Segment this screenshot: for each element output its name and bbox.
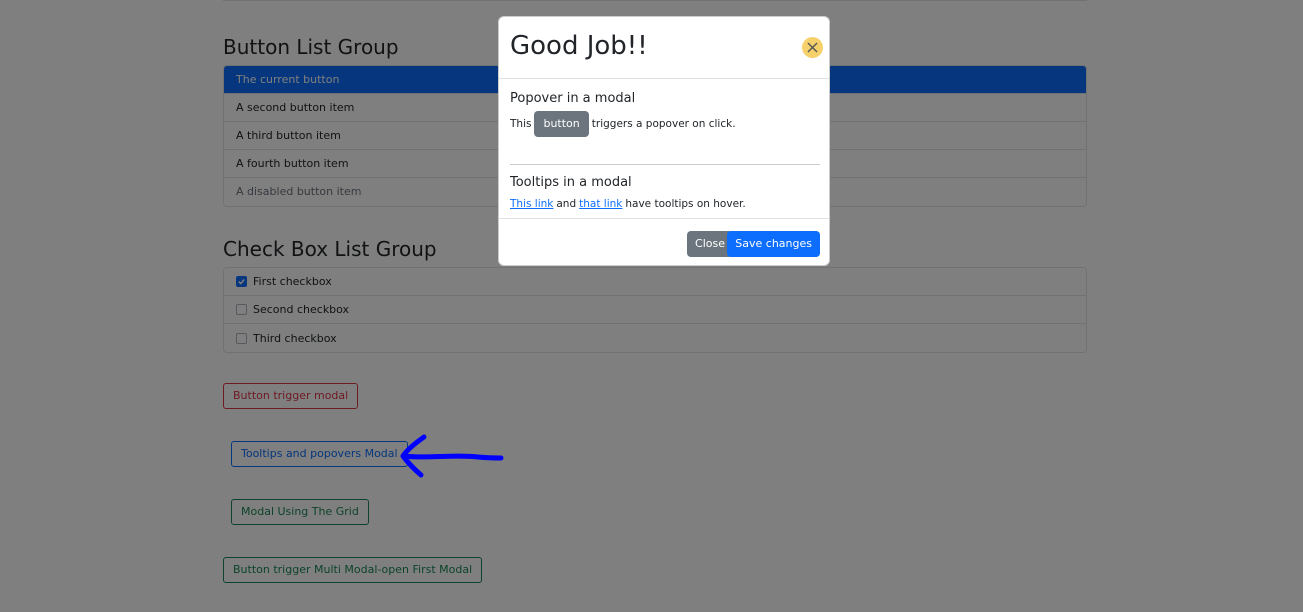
modal-close-button[interactable] xyxy=(802,37,823,58)
arrow-left-icon xyxy=(400,434,504,478)
modal-divider xyxy=(510,164,820,165)
tooltips-text-after: have tooltips on hover. xyxy=(625,198,746,210)
tooltips-text: This link and that link have tooltips on… xyxy=(510,198,746,210)
modal-footer: Close Save changes xyxy=(499,218,829,265)
modal-header: Good Job!! xyxy=(499,17,829,79)
that-link[interactable]: that link xyxy=(579,198,622,210)
this-link[interactable]: This link xyxy=(510,198,553,210)
modal-title: Good Job!! xyxy=(510,31,648,61)
popover-text-before: This xyxy=(510,118,532,130)
tooltips-heading: Tooltips in a modal xyxy=(510,175,632,190)
popover-text-after: triggers a popover on click. xyxy=(591,118,736,130)
modal-dialog: Good Job!! Popover in a modal This butto… xyxy=(498,16,830,266)
close-icon xyxy=(807,42,818,53)
popover-heading: Popover in a modal xyxy=(510,91,636,106)
close-button[interactable]: Close xyxy=(687,231,733,257)
popover-text: This button triggers a popover on click. xyxy=(510,111,736,137)
save-changes-button[interactable]: Save changes xyxy=(727,231,820,257)
and-text: and xyxy=(556,198,577,210)
modal-body: Popover in a modal This button triggers … xyxy=(499,79,829,219)
popover-button[interactable]: button xyxy=(534,111,589,137)
